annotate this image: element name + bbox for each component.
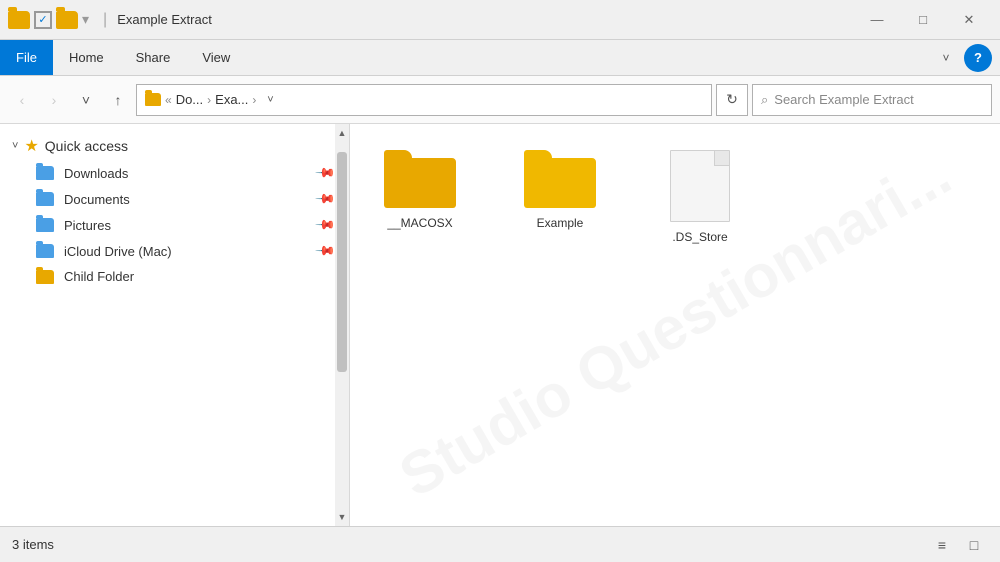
nav-down-button[interactable]: ˅ (72, 86, 100, 114)
sidebar-item-icloud[interactable]: iCloud Drive (Mac) 📌 (0, 238, 349, 264)
title-dropdown-chevron[interactable]: ▾ (82, 11, 89, 28)
menu-bar: File Home Share View ˅ ? (0, 40, 1000, 76)
scroll-track (335, 142, 349, 508)
status-view-icons: ≡ □ (928, 531, 988, 559)
check-icon: ✓ (34, 11, 52, 29)
menu-file[interactable]: File (0, 40, 53, 75)
sidebar-item-label: Child Folder (64, 269, 333, 284)
folder-body (524, 158, 596, 208)
window-controls: — □ ✕ (854, 0, 992, 40)
back-button[interactable]: ‹ (8, 86, 36, 114)
address-folder-icon (145, 93, 161, 106)
icloud-folder-icon (36, 244, 54, 258)
pin-icon: 📌 (314, 188, 337, 211)
main-layout: ˅ ★ Quick access Downloads 📌 Documents 📌… (0, 124, 1000, 526)
menu-expand: ˅ ? (924, 44, 1000, 72)
file-item-example[interactable]: Example (510, 144, 610, 236)
help-button[interactable]: ? (964, 44, 992, 72)
quick-access-label: Quick access (45, 138, 128, 154)
grid-view-button[interactable]: □ (960, 531, 988, 559)
pin-icon: 📌 (314, 162, 337, 185)
address-path2: Exa... (215, 92, 248, 107)
pin-icon: 📌 (314, 214, 337, 237)
refresh-button[interactable]: ↻ (716, 84, 748, 116)
file-name: Example (537, 216, 584, 230)
quick-access-header[interactable]: ˅ ★ Quick access (0, 132, 349, 160)
dsstore-file-icon (670, 150, 730, 222)
up-button[interactable]: ↑ (104, 86, 132, 114)
address-arrow: › (207, 93, 211, 107)
title-bar-icons: ✓ ▾ (8, 11, 89, 29)
address-path1: Do... (176, 92, 203, 107)
minimize-button[interactable]: — (854, 0, 900, 40)
file-item-macosx[interactable]: __MACOSX (370, 144, 470, 236)
sidebar-item-label: iCloud Drive (Mac) (64, 244, 307, 259)
sidebar-item-downloads[interactable]: Downloads 📌 (0, 160, 349, 186)
close-button[interactable]: ✕ (946, 0, 992, 40)
example-folder-icon (524, 150, 596, 208)
content-area: Studio Questionnari... __MACOSX Example … (350, 124, 1000, 526)
address-bar[interactable]: « Do... › Exa... › ˅ (136, 84, 712, 116)
sidebar: ˅ ★ Quick access Downloads 📌 Documents 📌… (0, 124, 350, 526)
pin-icon: 📌 (314, 240, 337, 263)
scroll-thumb[interactable] (337, 152, 347, 372)
folder-icon (8, 11, 30, 29)
menu-home[interactable]: Home (53, 40, 120, 75)
scroll-down-arrow[interactable]: ▼ (335, 508, 349, 526)
folder-icon-2 (56, 11, 78, 29)
maximize-button[interactable]: □ (900, 0, 946, 40)
scroll-up-arrow[interactable]: ▲ (335, 124, 349, 142)
quick-access-star: ★ (24, 136, 38, 156)
sidebar-item-label: Documents (64, 192, 307, 207)
sidebar-item-label: Downloads (64, 166, 307, 181)
folder-body (384, 158, 456, 208)
menu-view[interactable]: View (186, 40, 246, 75)
quick-access-chevron: ˅ (12, 140, 18, 152)
sidebar-item-label: Pictures (64, 218, 307, 233)
sidebar-content: ˅ ★ Quick access Downloads 📌 Documents 📌… (0, 124, 349, 526)
title-separator: | (103, 11, 107, 29)
status-bar: 3 items ≡ □ (0, 526, 1000, 562)
address-prefix: « (165, 93, 172, 107)
sidebar-item-child-folder[interactable]: Child Folder (0, 264, 349, 289)
search-placeholder: Search Example Extract (774, 92, 913, 107)
file-name: __MACOSX (387, 216, 452, 230)
sidebar-scrollbar[interactable]: ▲ ▼ (335, 124, 349, 526)
downloads-folder-icon (36, 166, 54, 180)
address-arrow2: › (252, 93, 256, 107)
file-item-dsstore[interactable]: .DS_Store (650, 144, 750, 250)
status-count: 3 items (12, 537, 54, 552)
child-folder-icon (36, 270, 54, 284)
pictures-folder-icon (36, 218, 54, 232)
sidebar-item-pictures[interactable]: Pictures 📌 (0, 212, 349, 238)
search-bar[interactable]: ⌕ Search Example Extract (752, 84, 992, 116)
documents-folder-icon (36, 192, 54, 206)
toolbar: ‹ › ˅ ↑ « Do... › Exa... › ˅ ↻ ⌕ Search … (0, 76, 1000, 124)
menu-chevron-button[interactable]: ˅ (932, 44, 960, 72)
forward-button[interactable]: › (40, 86, 68, 114)
window-title: Example Extract (117, 12, 854, 27)
menu-share[interactable]: Share (120, 40, 187, 75)
title-bar: ✓ ▾ | Example Extract — □ ✕ (0, 0, 1000, 40)
address-dropdown-button[interactable]: ˅ (260, 86, 280, 114)
search-icon: ⌕ (761, 92, 768, 108)
sidebar-item-documents[interactable]: Documents 📌 (0, 186, 349, 212)
macosx-folder-icon (384, 150, 456, 208)
file-name: .DS_Store (672, 230, 727, 244)
list-view-button[interactable]: ≡ (928, 531, 956, 559)
